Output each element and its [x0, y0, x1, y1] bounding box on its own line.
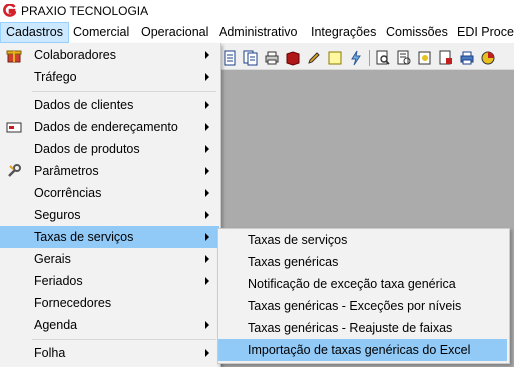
lightning-icon[interactable]	[348, 50, 364, 66]
submenu-item-importacao-excel[interactable]: Importação de taxas genéricas do Excel	[218, 339, 507, 361]
submenu-item-label: Taxas genéricas - Reajuste de faixas	[248, 321, 453, 335]
menu-item-dados-de-clientes[interactable]: Dados de clientes	[0, 94, 219, 116]
search-document-icon[interactable]	[375, 50, 391, 66]
toolbar	[218, 47, 514, 70]
submenu-arrow-icon	[205, 189, 209, 197]
menu-administrativo[interactable]: Administrativo	[214, 22, 303, 43]
menu-item-label: Taxas de serviços	[34, 230, 134, 244]
menu-integracoes[interactable]: Integrações	[306, 22, 381, 43]
submenu-item-taxas-genericas[interactable]: Taxas genéricas	[218, 251, 507, 273]
menu-item-label: Dados de clientes	[34, 98, 134, 112]
app-title: PRAXIO TECNOLOGIA	[21, 4, 149, 18]
title-bar: PRAXIO TECNOLOGIA	[0, 0, 514, 22]
gift-box-icon	[6, 50, 22, 63]
menu-comissoes[interactable]: Comissões	[381, 22, 453, 43]
star-document-icon[interactable]	[417, 50, 433, 66]
submenu-arrow-icon	[205, 211, 209, 219]
note-icon[interactable]	[327, 50, 343, 66]
cadastros-dropdown: Colaboradores Tráfego Dados de clientes …	[0, 43, 221, 367]
menu-item-dados-de-produtos[interactable]: Dados de produtos	[0, 138, 219, 160]
menu-cadastros[interactable]: Cadastros	[0, 22, 69, 43]
book-icon[interactable]	[285, 50, 301, 66]
menu-item-agenda[interactable]: Agenda	[0, 314, 219, 336]
menu-item-feriados[interactable]: Feriados	[0, 270, 219, 292]
submenu-arrow-icon	[205, 233, 209, 241]
menu-bar: Cadastros Comercial Operacional Administ…	[0, 22, 514, 43]
submenu-item-notificacao-excecao[interactable]: Notificação de exceção taxa genérica	[218, 273, 507, 295]
submenu-arrow-icon	[205, 349, 209, 357]
documents-icon[interactable]	[243, 50, 259, 66]
submenu-item-excecoes-por-niveis[interactable]: Taxas genéricas - Exceções por níveis	[218, 295, 507, 317]
menu-item-label: Dados de endereçamento	[34, 120, 178, 134]
submenu-item-reajuste-de-faixas[interactable]: Taxas genéricas - Reajuste de faixas	[218, 317, 507, 339]
menu-operacional[interactable]: Operacional	[136, 22, 213, 43]
menu-comercial[interactable]: Comercial	[68, 22, 134, 43]
submenu-item-taxas-de-servicos[interactable]: Taxas de serviços	[218, 229, 507, 251]
pencil-icon[interactable]	[306, 50, 322, 66]
print-icon[interactable]	[459, 50, 475, 66]
submenu-item-label: Taxas genéricas - Exceções por níveis	[248, 299, 462, 313]
menu-item-ocorrencias[interactable]: Ocorrências	[0, 182, 219, 204]
submenu-item-label: Taxas de serviços	[248, 233, 348, 247]
menu-item-label: Tráfego	[34, 70, 77, 84]
menu-item-label: Colaboradores	[34, 48, 116, 62]
submenu-arrow-icon	[205, 73, 209, 81]
envelope-icon	[6, 122, 22, 133]
menu-item-fornecedores[interactable]: Fornecedores	[0, 292, 219, 314]
menu-item-seguros[interactable]: Seguros	[0, 204, 219, 226]
printer-icon[interactable]	[264, 50, 280, 66]
menu-item-trafego[interactable]: Tráfego	[0, 66, 219, 88]
menu-item-label: Parâmetros	[34, 164, 99, 178]
menu-item-label: Ocorrências	[34, 186, 102, 200]
menu-item-label: Fornecedores	[34, 296, 112, 310]
menu-item-label: Folha	[34, 346, 66, 360]
submenu-arrow-icon	[205, 101, 209, 109]
submenu-arrow-icon	[205, 255, 209, 263]
menu-item-label: Gerais	[34, 252, 71, 266]
menu-item-label: Feriados	[34, 274, 83, 288]
praxio-logo-icon	[3, 4, 16, 17]
wrench-icon	[8, 164, 21, 177]
submenu-item-label: Taxas genéricas	[248, 255, 339, 269]
menu-separator	[32, 91, 216, 92]
menu-item-label: Seguros	[34, 208, 81, 222]
menu-item-gerais[interactable]: Gerais	[0, 248, 219, 270]
submenu-arrow-icon	[205, 277, 209, 285]
submenu-arrow-icon	[205, 167, 209, 175]
menu-item-label: Agenda	[34, 318, 78, 332]
menu-item-taxas-de-servicos[interactable]: Taxas de serviços	[0, 226, 219, 248]
submenu-arrow-icon	[205, 51, 209, 59]
pie-chart-icon[interactable]	[480, 50, 496, 66]
menu-separator	[32, 339, 216, 340]
menu-item-parametros[interactable]: Parâmetros	[0, 160, 219, 182]
menu-item-folha[interactable]: Folha	[0, 342, 219, 364]
menu-edi-proced[interactable]: EDI Proced	[452, 22, 514, 43]
submenu-item-label: Notificação de exceção taxa genérica	[248, 277, 456, 291]
toolbar-separator	[369, 50, 370, 66]
menu-item-label: Dados de produtos	[34, 142, 140, 156]
report-icon[interactable]	[396, 50, 412, 66]
menu-item-colaboradores[interactable]: Colaboradores	[0, 44, 219, 66]
submenu-arrow-icon	[205, 145, 209, 153]
submenu-arrow-icon	[205, 123, 209, 131]
report-edit-icon[interactable]	[438, 50, 454, 66]
document-icon[interactable]	[222, 50, 238, 66]
submenu-arrow-icon	[205, 321, 209, 329]
menu-item-dados-de-enderecamento[interactable]: Dados de endereçamento	[0, 116, 219, 138]
taxas-de-servicos-submenu: Taxas de serviços Taxas genéricas Notifi…	[217, 228, 510, 364]
submenu-item-label: Importação de taxas genéricas do Excel	[248, 343, 471, 357]
